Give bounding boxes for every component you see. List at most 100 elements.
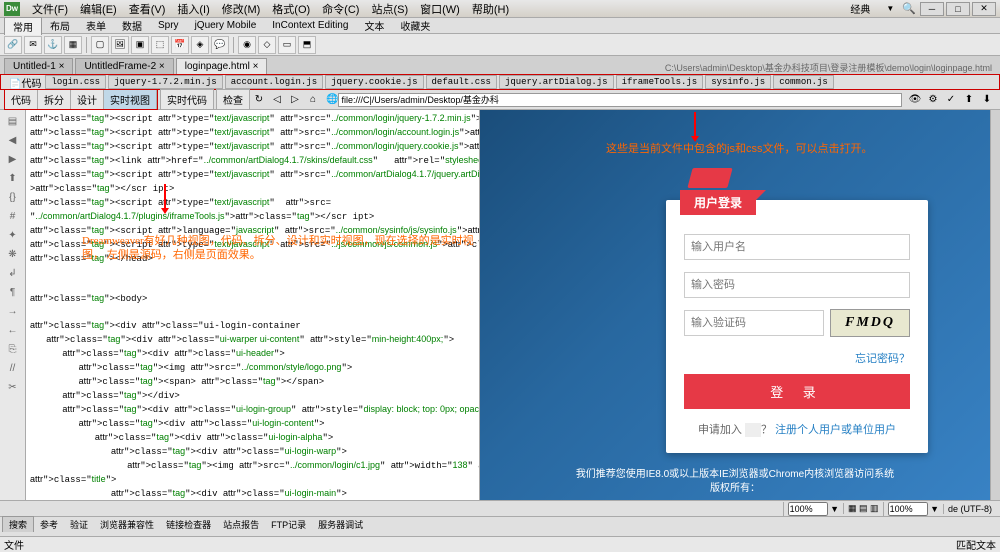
format-icon[interactable]: ⎘ (4, 340, 22, 358)
url-input[interactable] (338, 93, 902, 107)
related-file[interactable]: iframeTools.js (616, 75, 704, 89)
related-file[interactable]: jquery.artDialog.js (499, 75, 614, 89)
insert-tab-text[interactable]: 文本 (356, 17, 392, 34)
hidden-chars-icon[interactable]: ¶ (4, 283, 22, 301)
syntax-icon[interactable]: ❋ (4, 245, 22, 263)
menu-window[interactable]: 窗口(W) (414, 0, 466, 18)
captcha-input[interactable] (684, 310, 824, 336)
date-icon[interactable]: 📅 (171, 36, 189, 54)
inspect-button[interactable]: 检查 (216, 89, 250, 110)
related-file[interactable]: login.css (45, 75, 106, 89)
workspace-label[interactable]: 经典 (842, 1, 878, 16)
btab-browser-compat[interactable]: 浏览器兼容性 (94, 517, 160, 532)
outdent-icon[interactable]: ← (4, 321, 22, 339)
menu-commands[interactable]: 命令(C) (316, 0, 365, 18)
tag-icon[interactable]: ⬒ (298, 36, 316, 54)
view-live-button[interactable]: 实时视图 (104, 90, 157, 109)
comment-code-icon[interactable]: // (4, 359, 22, 377)
menu-edit[interactable]: 编辑(E) (74, 0, 123, 18)
select-parent-icon[interactable]: ⬆ (4, 169, 22, 187)
collapse-icon[interactable]: ◀ (4, 131, 22, 149)
expand-icon[interactable]: ▶ (4, 150, 22, 168)
highlight-icon[interactable]: ✦ (4, 226, 22, 244)
related-file[interactable]: account.login.js (225, 75, 323, 89)
snippet-icon[interactable]: ✂ (4, 378, 22, 396)
insert-tab-data[interactable]: 数据 (114, 17, 150, 34)
download-icon[interactable]: ⬇ (979, 92, 995, 108)
doc-tab-untitledframe2[interactable]: UntitledFrame-2 × (75, 58, 173, 74)
password-input[interactable] (684, 272, 910, 298)
insert-tab-jquery[interactable]: jQuery Mobile (187, 19, 265, 32)
live-code-button[interactable]: 实时代码 (160, 89, 214, 110)
register-link[interactable]: 注册个人用户或单位用户 (775, 424, 896, 436)
view-design-button[interactable]: 设计 (71, 90, 104, 109)
view-split-button[interactable]: 拆分 (38, 90, 71, 109)
right-panels-rail[interactable] (990, 110, 1000, 500)
menu-modify[interactable]: 修改(M) (216, 0, 267, 18)
line-numbers-icon[interactable]: # (4, 207, 22, 225)
template-icon[interactable]: ▭ (278, 36, 296, 54)
hyperlink-icon[interactable]: 🔗 (4, 36, 22, 54)
indent-icon[interactable]: → (4, 302, 22, 320)
widget-icon[interactable]: ⬚ (151, 36, 169, 54)
menu-insert[interactable]: 插入(I) (171, 0, 215, 18)
menu-view[interactable]: 查看(V) (123, 0, 172, 18)
search-icon[interactable]: 🔍 (902, 2, 916, 15)
options-icon[interactable]: ⚙ (925, 92, 941, 108)
insert-tab-incontext[interactable]: InContext Editing (264, 19, 356, 32)
close-icon[interactable]: × (159, 61, 165, 72)
table-icon[interactable]: ▦ (64, 36, 82, 54)
image-icon[interactable]: 🖼 (111, 36, 129, 54)
close-icon[interactable]: × (253, 61, 259, 72)
script-icon[interactable]: ◇ (258, 36, 276, 54)
code-view-pane[interactable]: attr">class="tag"><script attr">type="te… (26, 110, 480, 500)
balance-braces-icon[interactable]: {} (4, 188, 22, 206)
email-icon[interactable]: ✉ (24, 36, 42, 54)
menu-site[interactable]: 站点(S) (365, 0, 414, 18)
related-file[interactable]: common.js (773, 75, 834, 89)
insert-tab-spry[interactable]: Spry (150, 19, 187, 32)
validate-icon[interactable]: ✓ (943, 92, 959, 108)
insert-tab-layout[interactable]: 布局 (42, 17, 78, 34)
head-icon[interactable]: ◉ (238, 36, 256, 54)
nav-fwd-icon[interactable]: ▷ (287, 92, 303, 108)
zoom-control[interactable]: ▼ (783, 502, 843, 516)
nav-back-icon[interactable]: ◁ (269, 92, 285, 108)
doc-tab-loginpage[interactable]: loginpage.html × (176, 58, 268, 74)
anchor-icon[interactable]: ⚓ (44, 36, 62, 54)
login-button[interactable]: 登 录 (684, 374, 910, 409)
minimize-button[interactable]: ─ (920, 2, 944, 16)
related-file[interactable]: jquery.cookie.js (325, 75, 423, 89)
files-label[interactable]: 文件 (4, 537, 24, 552)
btab-search[interactable]: 搜索 (2, 516, 34, 532)
ssi-icon[interactable]: ◈ (191, 36, 209, 54)
btab-validate[interactable]: 验证 (64, 517, 94, 532)
btab-reference[interactable]: 参考 (34, 517, 64, 532)
related-file[interactable]: jquery-1.7.2.min.js (108, 75, 223, 89)
btab-site-reports[interactable]: 站点报告 (217, 517, 265, 532)
chevron-down-icon[interactable]: ▼ (886, 4, 894, 13)
home-icon[interactable]: ⌂ (305, 92, 321, 108)
code-editor[interactable]: attr">class="tag"><script attr">type="te… (26, 110, 479, 500)
btab-link-checker[interactable]: 链接检查器 (160, 517, 217, 532)
comment-icon[interactable]: 💬 (211, 36, 229, 54)
close-icon[interactable]: × (59, 61, 65, 72)
insert-tab-favorites[interactable]: 收藏夹 (392, 17, 438, 34)
upload-icon[interactable]: ⬆ (961, 92, 977, 108)
view-code-button[interactable]: 代码 (5, 90, 38, 109)
related-file[interactable]: default.css (426, 75, 497, 89)
insert-tab-common[interactable]: 常用 (4, 17, 42, 35)
captcha-image[interactable]: FMDQ (830, 309, 910, 337)
insert-tab-forms[interactable]: 表单 (78, 17, 114, 34)
preview-icon[interactable]: 👁 (907, 92, 923, 108)
maximize-button[interactable]: □ (946, 2, 970, 16)
open-docs-icon[interactable]: ▤ (4, 112, 22, 130)
menu-format[interactable]: 格式(O) (266, 0, 316, 18)
media-icon[interactable]: ▣ (131, 36, 149, 54)
username-input[interactable] (684, 234, 910, 260)
btab-server-debug[interactable]: 服务器调试 (312, 517, 369, 532)
related-file[interactable]: sysinfo.js (705, 75, 771, 89)
menu-file[interactable]: 文件(F) (26, 0, 74, 18)
forgot-password-link[interactable]: 忘记密码？ (855, 353, 910, 365)
menu-help[interactable]: 帮助(H) (466, 0, 515, 18)
